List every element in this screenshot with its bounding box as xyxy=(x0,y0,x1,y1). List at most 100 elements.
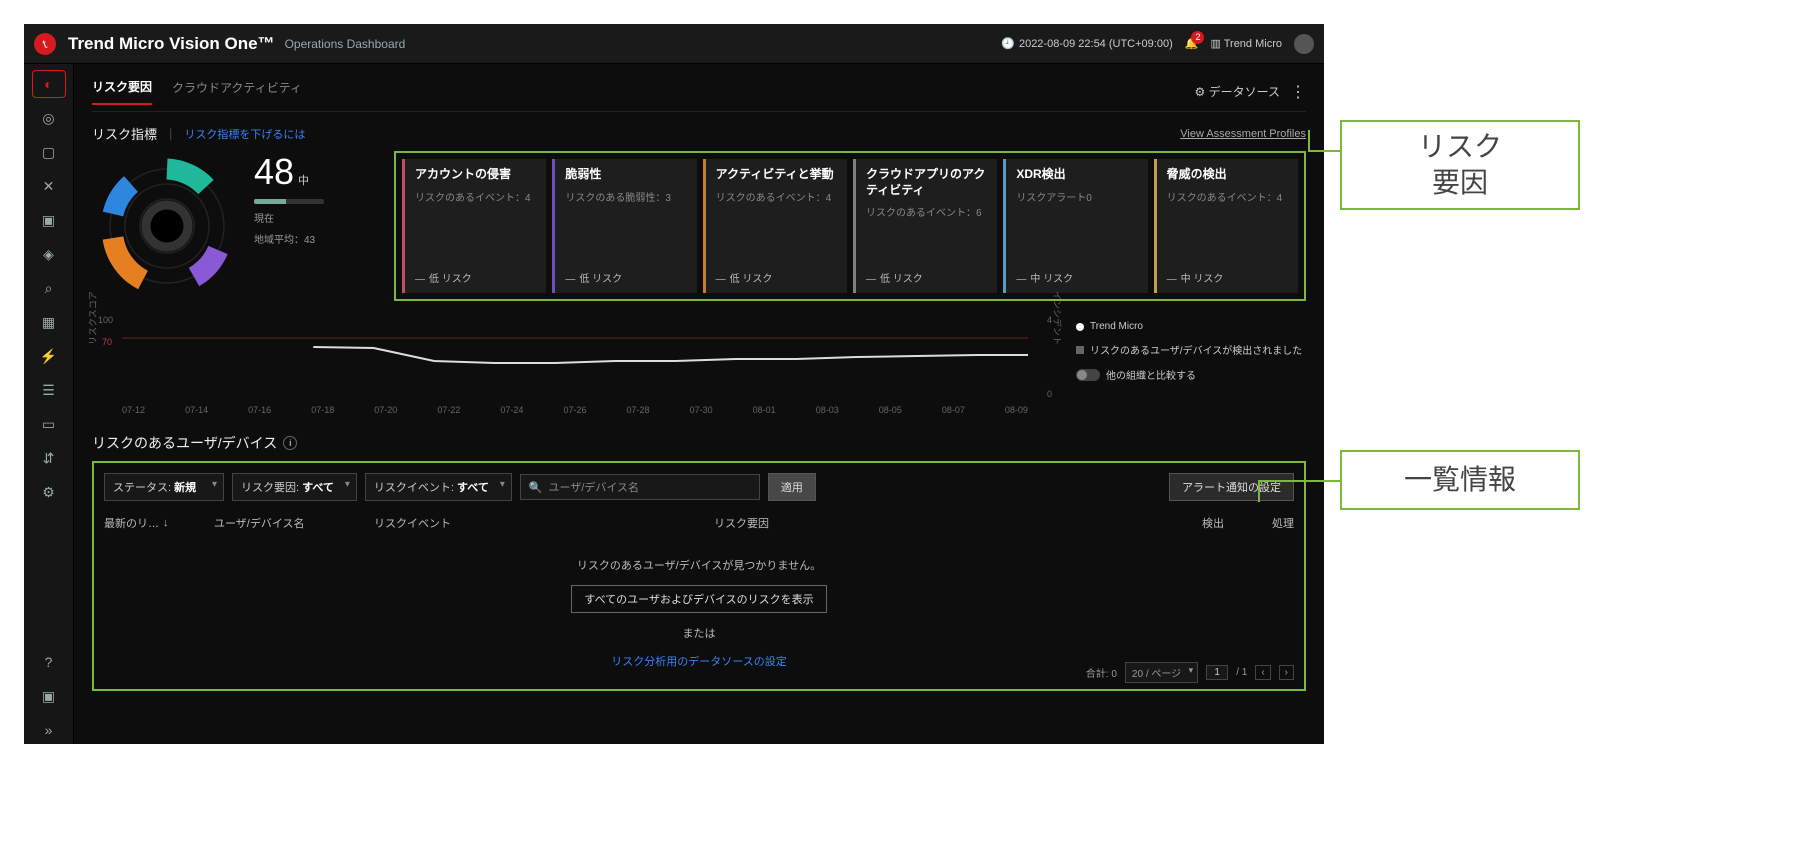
view-assessment-profiles-link[interactable]: View Assessment Profiles xyxy=(1180,128,1306,140)
card-risk: 低 リスク xyxy=(415,270,536,285)
lower-risk-link[interactable]: リスク指標を下げるには xyxy=(184,126,305,142)
show-all-risks-button[interactable]: すべてのユーザおよびデバイスのリスクを表示 xyxy=(571,585,826,613)
annotation-lead-2 xyxy=(1258,480,1342,482)
risk-event-filter[interactable]: リスクイベント: すべて xyxy=(365,473,512,501)
topbar: t Trend Micro Vision One™ Operations Das… xyxy=(24,24,1324,64)
col-latest-risk[interactable]: 最新のリ…↓ xyxy=(104,515,194,531)
datasource-button[interactable]: ⚙ データソース xyxy=(1195,83,1281,100)
col-risk-factor[interactable]: リスク要因 xyxy=(714,515,1084,531)
pager-per-page[interactable]: 20 / ページ xyxy=(1125,662,1198,683)
brand-logo-icon: t xyxy=(34,33,56,55)
nav-network-icon[interactable]: ⇵ xyxy=(32,444,66,472)
card-risk: 中 リスク xyxy=(1167,270,1288,285)
col-risk-event[interactable]: リスクイベント xyxy=(374,515,694,531)
nav-search-icon[interactable]: ◎ xyxy=(32,104,66,132)
tabs: リスク要因 クラウドアクティビティ ⚙ データソース ⋮ xyxy=(92,72,1306,112)
ytick-70: 70 xyxy=(102,337,112,347)
risk-meter xyxy=(254,199,324,204)
annotation-list-info: 一覧情報 xyxy=(1340,450,1580,510)
current-label: 現在 xyxy=(254,210,324,225)
col-detection[interactable]: 検出 xyxy=(1104,515,1224,531)
nav-expand-icon[interactable]: » xyxy=(32,716,66,744)
card-title: 脅威の検出 xyxy=(1167,167,1288,183)
card-account-compromise[interactable]: アカウントの侵害 リスクのあるイベント：4 低 リスク xyxy=(402,159,546,293)
main-content: リスク要因 クラウドアクティビティ ⚙ データソース ⋮ リスク指標 | リスク… xyxy=(74,64,1324,744)
risk-cards-box: アカウントの侵害 リスクのあるイベント：4 低 リスク 脆弱性 リスクのある脆弱… xyxy=(394,151,1306,301)
sidebar: ◐ ◎ ▢ ✕ ▣ ◈ ⌕ ▦ ⚡ ☰ ▭ ⇵ ⚙ ? ▣ » xyxy=(24,64,74,744)
card-risk: 低 リスク xyxy=(565,270,686,285)
risk-gauge-chart xyxy=(92,151,242,301)
setup-datasource-link[interactable]: リスク分析用のデータソースの設定 xyxy=(611,653,786,669)
ytick-100: 100 xyxy=(98,315,113,325)
nav-report-icon[interactable]: ▦ xyxy=(32,308,66,336)
card-risk: 低 リスク xyxy=(716,270,837,285)
nav-close-icon[interactable]: ✕ xyxy=(32,172,66,200)
card-title: アカウントの侵害 xyxy=(415,167,536,183)
annotation-lead-1 xyxy=(1308,150,1342,152)
table-header: 最新のリ…↓ ユーザ/デバイス名 リスクイベント リスク要因 検出 処理 xyxy=(104,515,1294,531)
card-threat-detection[interactable]: 脅威の検出 リスクのあるイベント：4 中 リスク xyxy=(1154,159,1298,293)
col-action[interactable]: 処理 xyxy=(1244,515,1294,531)
apply-button[interactable]: 適用 xyxy=(768,473,816,501)
card-cloud-app-activity[interactable]: クラウドアプリのアクティビティ リスクのあるイベント：6 低 リスク xyxy=(853,159,997,293)
timestamp: 2022-08-09 22:54 (UTC+09:00) xyxy=(1001,37,1173,50)
risk-trend-chart: リスクスコア 100 70 4 0 インシデント 07-1207-14 07-1… xyxy=(92,315,1058,415)
card-sub: リスクのある脆弱性：3 xyxy=(565,189,686,204)
card-risk: 低 リスク xyxy=(866,270,987,285)
nav-workbench-icon[interactable]: ▢ xyxy=(32,138,66,166)
col-user-device[interactable]: ユーザ/デバイス名 xyxy=(214,515,354,531)
card-title: 脆弱性 xyxy=(565,167,686,183)
search-input[interactable]: 🔍 ユーザ/デバイス名 xyxy=(520,474,760,500)
search-icon: 🔍 xyxy=(529,481,543,494)
sort-desc-icon: ↓ xyxy=(163,517,169,529)
nav-target-icon[interactable]: ◈ xyxy=(32,240,66,268)
status-filter[interactable]: ステータス: 新規 xyxy=(104,473,224,501)
card-sub: リスクのあるイベント：6 xyxy=(866,204,987,219)
nav-zero-trust-icon[interactable]: ⚡ xyxy=(32,342,66,370)
pager-prev-icon[interactable]: ‹ xyxy=(1255,665,1270,680)
nav-settings-icon[interactable]: ⚙ xyxy=(32,478,66,506)
nav-policy-icon[interactable]: ☰ xyxy=(32,376,66,404)
toggle-icon xyxy=(1076,369,1100,381)
or-label: または xyxy=(683,625,716,641)
legend-risky-detected[interactable]: リスクのあるユーザ/デバイスが検出されました xyxy=(1076,342,1306,357)
app-title: Trend Micro Vision One™ xyxy=(68,34,275,54)
nav-scan-icon[interactable]: ⌕ xyxy=(32,274,66,302)
tab-cloud-activity[interactable]: クラウドアクティビティ xyxy=(172,79,302,104)
card-xdr-detection[interactable]: XDR検出 リスクアラート0 中 リスク xyxy=(1003,159,1147,293)
nav-mobile-icon[interactable]: ▭ xyxy=(32,410,66,438)
risky-users-devices-panel: ステータス: 新規 リスク要因: すべて リスクイベント: すべて 🔍 ユーザ/… xyxy=(92,461,1306,691)
risk-factor-filter[interactable]: リスク要因: すべて xyxy=(232,473,357,501)
info-icon[interactable]: i xyxy=(283,436,297,450)
notifications-button[interactable]: 🔔 2 xyxy=(1185,37,1199,50)
tenant-switcher[interactable]: ▥ Trend Micro xyxy=(1210,37,1282,50)
x-ticks: 07-1207-14 07-1607-18 07-2007-22 07-2407… xyxy=(122,405,1028,415)
nav-help-icon[interactable]: ? xyxy=(32,648,66,676)
pager-page-input[interactable]: 1 xyxy=(1206,665,1228,680)
compare-toggle[interactable]: 他の組織と比較する xyxy=(1076,367,1306,382)
card-vulnerability[interactable]: 脆弱性 リスクのある脆弱性：3 低 リスク xyxy=(552,159,696,293)
card-activity-behavior[interactable]: アクティビティと挙動 リスクのあるイベント：4 低 リスク xyxy=(703,159,847,293)
dot-icon xyxy=(1076,323,1084,331)
alert-settings-button[interactable]: アラート通知の設定 xyxy=(1169,473,1294,501)
empty-message: リスクのあるユーザ/デバイスが見つかりません。 xyxy=(577,557,821,573)
square-icon xyxy=(1076,346,1084,354)
nav-account-icon[interactable]: ▣ xyxy=(32,206,66,234)
nav-dashboard-icon[interactable]: ◐ xyxy=(32,70,66,98)
nav-admin-icon[interactable]: ▣ xyxy=(32,682,66,710)
card-title: クラウドアプリのアクティビティ xyxy=(866,167,987,198)
legend-trend-micro[interactable]: Trend Micro xyxy=(1076,321,1306,332)
card-sub: リスクアラート0 xyxy=(1016,189,1137,204)
pager-next-icon[interactable]: › xyxy=(1279,665,1294,680)
card-sub: リスクのあるイベント：4 xyxy=(716,189,837,204)
tab-risk-factors[interactable]: リスク要因 xyxy=(92,78,152,105)
chart-legend: Trend Micro リスクのあるユーザ/デバイスが検出されました 他の組織と… xyxy=(1076,315,1306,415)
app-window: t Trend Micro Vision One™ Operations Das… xyxy=(24,24,1324,744)
risk-gauge-area: 48中 現在 地域平均：43 xyxy=(92,151,382,301)
user-avatar[interactable] xyxy=(1294,34,1314,54)
risky-users-devices-title: リスクのあるユーザ/デバイス xyxy=(92,433,277,453)
card-title: アクティビティと挙動 xyxy=(716,167,837,183)
region-average: 地域平均：43 xyxy=(254,231,324,246)
y2tick-0: 0 xyxy=(1047,389,1052,399)
more-menu-icon[interactable]: ⋮ xyxy=(1290,82,1306,102)
